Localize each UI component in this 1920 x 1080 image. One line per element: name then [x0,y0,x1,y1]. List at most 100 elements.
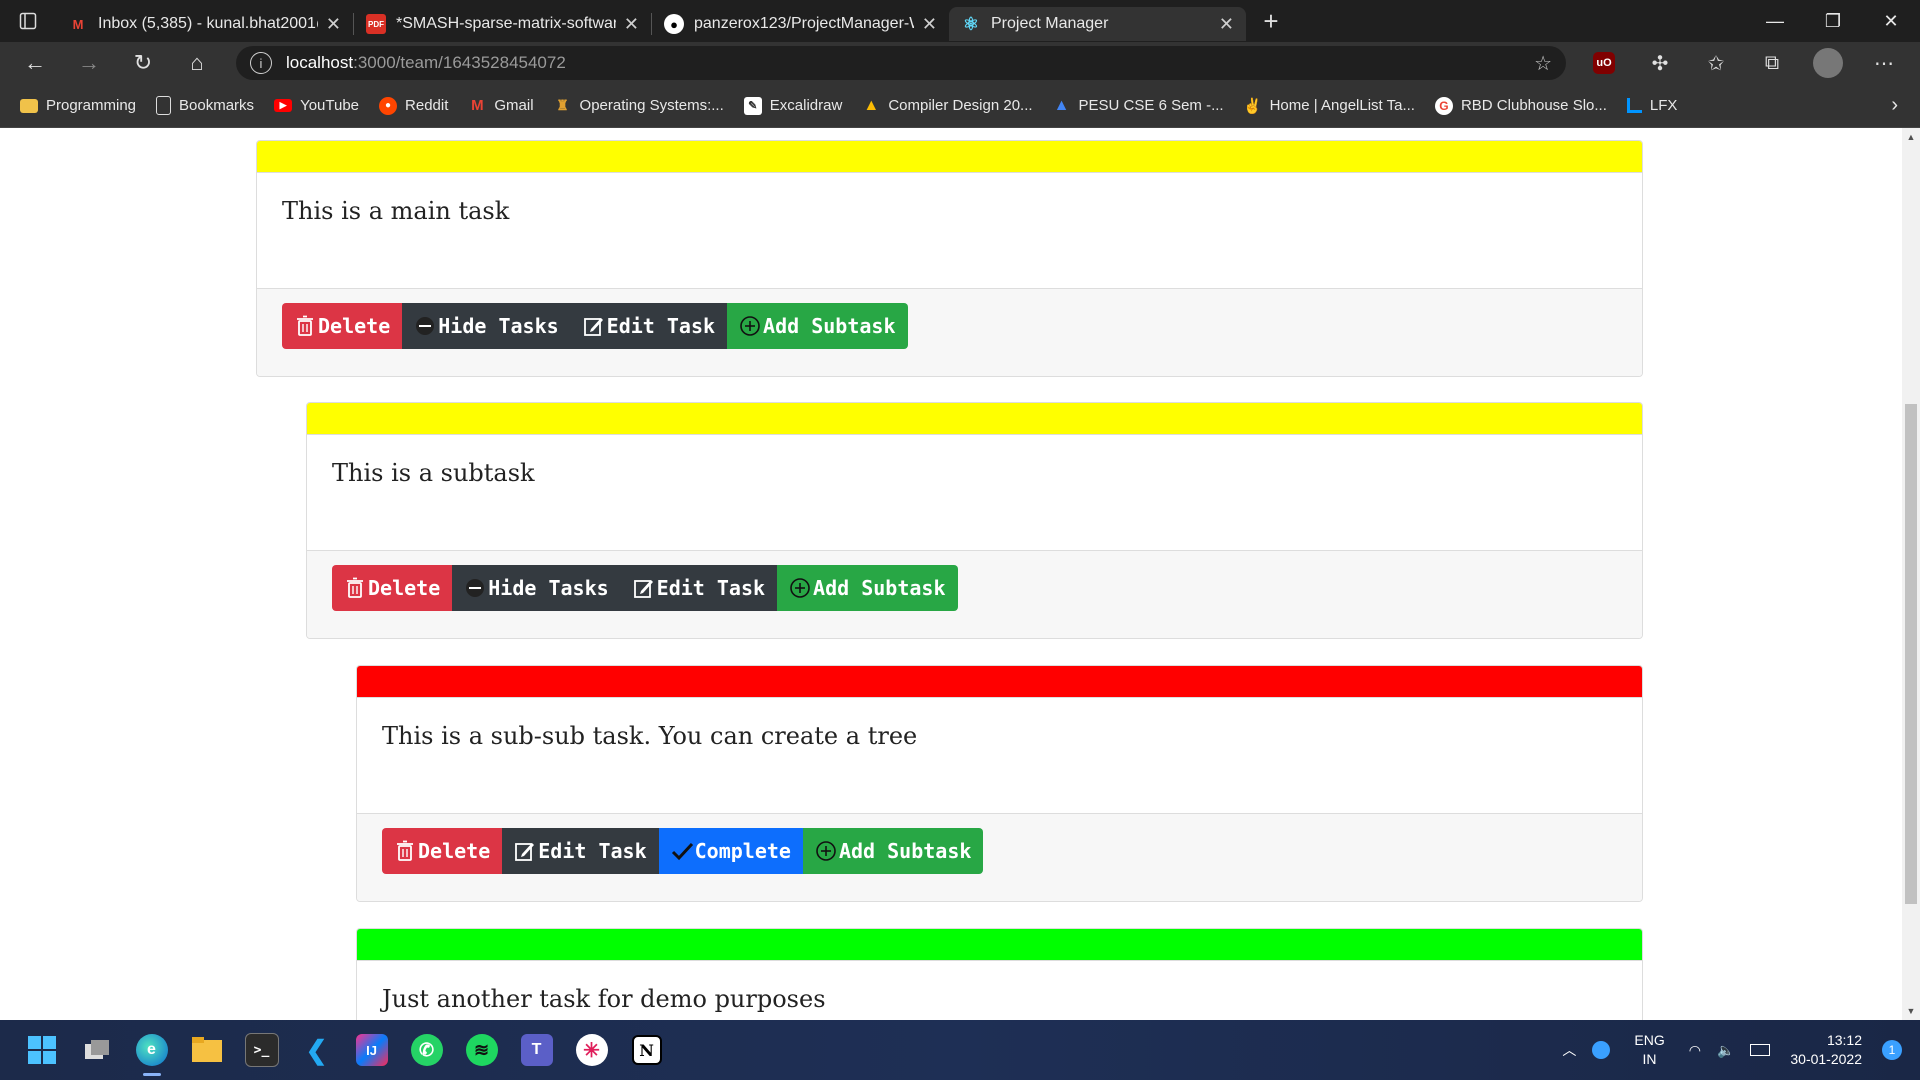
battery-icon[interactable] [1750,1044,1771,1056]
tab-gmail[interactable]: M Inbox (5,385) - kunal.bhat2001@ ✕ [56,7,353,41]
trash-icon [294,315,316,337]
intellij-icon[interactable]: IJ [344,1022,399,1078]
address-bar[interactable]: i localhost:3000/team/1643528454072 ☆ [236,46,1566,80]
forward-button[interactable]: → [62,42,116,84]
scroll-down-icon[interactable]: ▼ [1902,1002,1920,1020]
volume-icon[interactable]: 🔈 [1717,1042,1734,1059]
wifi-icon[interactable]: ◠ [1689,1042,1701,1059]
notification-badge[interactable]: 1 [1882,1040,1902,1060]
page-scrollbar[interactable]: ▲ ▼ [1902,128,1920,1020]
close-icon[interactable]: ✕ [326,14,341,35]
hide-tasks-label: Hide Tasks [488,576,609,600]
close-icon[interactable]: ✕ [922,14,937,35]
home-button[interactable]: ⌂ [170,42,224,84]
bookmark-pesu-cse[interactable]: ▲ PESU CSE 6 Sem -... [1053,97,1224,115]
reddit-icon: ● [379,96,398,115]
teams-icon[interactable]: T [509,1022,564,1078]
bookmark-reddit[interactable]: ● Reddit [379,96,448,115]
vscode-icon[interactable]: ❮ [289,1022,344,1078]
system-tray: ︿ ENG IN ◠ 🔈 13:12 30-01-2022 1 [1554,1020,1920,1080]
os-icon: ♜ [556,97,569,113]
add-subtask-label: Add Subtask [763,314,896,338]
task-actions: Delete Hide Tasks Edit Task Add Subtask [257,288,1642,376]
extensions-icon[interactable]: ✣ [1632,42,1688,84]
spotify-icon[interactable]: ≋ [454,1022,509,1078]
browser-toolbar: ← → ↻ ⌂ i localhost:3000/team/1643528454… [0,42,1920,84]
add-subtask-button[interactable]: Add Subtask [777,565,958,611]
tab-github[interactable]: ● panzerox123/ProjectManager-W ✕ [652,7,949,41]
language-indicator[interactable]: ENG IN [1634,1031,1664,1069]
favorites-icon[interactable]: ✩ [1688,42,1744,84]
delete-label: Delete [418,839,491,863]
bookmark-programming[interactable]: Programming [20,97,136,114]
tab-label: Inbox (5,385) - kunal.bhat2001@ [98,15,318,32]
bookmark-lfx[interactable]: LFX [1626,97,1677,114]
refresh-button[interactable]: ↻ [116,42,170,84]
terminal-icon[interactable]: >_ [234,1022,289,1078]
back-button[interactable]: ← [8,42,62,84]
scroll-thumb[interactable] [1905,404,1917,904]
close-icon[interactable]: ✕ [624,14,639,35]
edge-icon[interactable]: e [124,1022,179,1078]
tab-label: Project Manager [991,15,1109,32]
bookmark-angellist[interactable]: ✌ Home | AngelList Ta... [1243,97,1415,115]
task-text: This is a main task [282,197,510,225]
edit-task-button[interactable]: Edit Task [620,565,778,611]
tab-actions-icon[interactable] [0,0,56,42]
url-host: localhost [286,53,354,72]
slack-icon[interactable]: ✳ [564,1022,619,1078]
add-favorite-icon[interactable]: ☆ [1534,51,1552,76]
pdf-icon: PDF [366,14,386,34]
minimize-button[interactable]: — [1746,0,1804,42]
task-color-bar [307,403,1642,435]
bookmark-operating-systems[interactable]: ♜ Operating Systems:... [554,97,724,115]
delete-button[interactable]: Delete [382,828,503,874]
trash-icon [394,840,416,862]
notion-icon[interactable]: N [619,1022,674,1078]
site-info-icon[interactable]: i [250,52,272,74]
bookmark-excalidraw[interactable]: ✎ Excalidraw [743,96,842,115]
tab-project-manager[interactable]: ⚛ Project Manager ✕ [949,7,1246,41]
add-subtask-button[interactable]: Add Subtask [727,303,908,349]
bookmark-compiler-design[interactable]: ▲ Compiler Design 20... [862,97,1032,115]
task-text: This is a sub-sub task. You can create a… [382,722,918,750]
bookmark-gmail[interactable]: M Gmail [468,97,533,115]
plus-circle-icon [739,315,761,337]
browser-tab-bar: M Inbox (5,385) - kunal.bhat2001@ ✕ PDF … [0,0,1920,42]
bookmark-bookmarks[interactable]: Bookmarks [156,96,254,115]
add-subtask-button[interactable]: Add Subtask [802,828,984,874]
profile-avatar[interactable] [1813,48,1843,78]
ublock-icon[interactable]: uO [1593,52,1615,74]
bookmark-rbd-clubhouse[interactable]: G RBD Clubhouse Slo... [1434,96,1607,115]
delete-button[interactable]: Delete [282,303,403,349]
windows-start-icon[interactable] [14,1022,69,1078]
scroll-up-icon[interactable]: ▲ [1902,128,1920,146]
hide-tasks-button[interactable]: Hide Tasks [402,303,571,349]
app-tray-icon[interactable] [1592,1041,1611,1059]
extension-icons: uO ✣ ✩ ⧉ ⋯ [1576,42,1912,84]
clock[interactable]: 13:12 30-01-2022 [1790,1031,1862,1069]
whatsapp-icon[interactable]: ✆ [399,1022,454,1078]
youtube-icon: ▶ [274,99,293,112]
close-icon[interactable]: ✕ [1219,14,1234,35]
close-window-button[interactable]: ✕ [1862,0,1920,42]
chevron-up-icon[interactable]: ︿ [1562,1040,1576,1060]
minus-circle-icon [464,577,486,599]
more-menu-icon[interactable]: ⋯ [1856,42,1912,84]
complete-button[interactable]: Complete [658,828,803,874]
edit-task-button[interactable]: Edit Task [570,303,728,349]
edit-icon [583,315,605,337]
restore-button[interactable]: ❐ [1804,0,1862,42]
bookmark-youtube[interactable]: ▶ YouTube [274,97,359,114]
file-explorer-icon[interactable] [179,1022,234,1078]
bookmark-label: Compiler Design 20... [888,97,1033,114]
chevron-right-icon[interactable]: › [1891,94,1898,117]
hide-tasks-button[interactable]: Hide Tasks [452,565,621,611]
delete-button[interactable]: Delete [332,565,453,611]
tab-pdf[interactable]: PDF *SMASH-sparse-matrix-software ✕ [354,7,651,41]
task-card: This is a main task Delete Hide Tasks Ed… [256,140,1643,377]
new-tab-button[interactable]: + [1250,6,1292,37]
task-view-icon[interactable] [69,1022,124,1078]
collections-icon[interactable]: ⧉ [1744,42,1800,84]
edit-task-button[interactable]: Edit Task [502,828,659,874]
